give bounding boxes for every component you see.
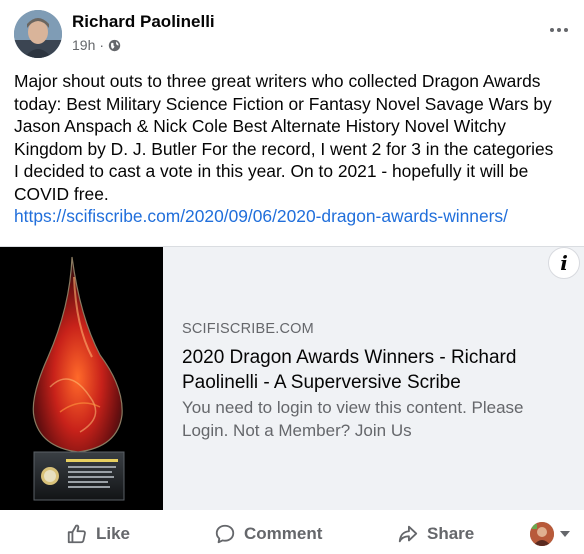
chevron-down-icon[interactable]: [560, 531, 570, 537]
post-text-line: I decided to cast a vote in this year. O…: [14, 161, 529, 182]
link-preview-body[interactable]: i SCIFISCRIBE.COM 2020 Dragon Awards Win…: [163, 247, 584, 510]
post-text: Major shout outs to three great writers …: [14, 70, 579, 206]
post-text-line: Jason Anspach & Nick Cole Best Alternate…: [14, 116, 506, 137]
reaction-avatar[interactable]: [530, 522, 554, 546]
post-header: Richard Paolinelli 19h ·: [0, 0, 584, 62]
post-text-line: Kingdom by D. J. Butler For the record, …: [14, 138, 554, 159]
link-preview-card[interactable]: i SCIFISCRIBE.COM 2020 Dragon Awards Win…: [0, 246, 584, 510]
post-text-line: COVID free.: [14, 183, 109, 204]
dot: [550, 28, 554, 32]
post-text-line: Major shout outs to three great writers …: [14, 71, 541, 91]
dragon-award-trophy-image[interactable]: [0, 247, 163, 510]
link-domain: SCIFISCRIBE.COM: [182, 321, 314, 337]
comment-button[interactable]: Comment: [214, 520, 322, 548]
post-meta: 19h ·: [72, 37, 121, 53]
link-description-line: Login. Not a Member? Join Us: [182, 421, 412, 440]
more-options-icon[interactable]: [545, 20, 573, 40]
share-label: Share: [427, 524, 475, 543]
meta-separator: ·: [99, 37, 105, 53]
share-arrow-icon: [398, 525, 418, 543]
globe-icon: [108, 39, 121, 52]
link-title-line: 2020 Dragon Awards Winners - Richard: [182, 347, 517, 368]
link-description-line: You need to login to view this content. …: [182, 398, 524, 417]
post-time[interactable]: 19h: [72, 37, 95, 53]
thumbs-up-icon: [67, 524, 86, 544]
link-title[interactable]: 2020 Dragon Awards Winners - Richard Pao…: [182, 346, 577, 395]
like-button[interactable]: Like: [66, 520, 130, 548]
share-button[interactable]: Share: [397, 520, 474, 548]
post-text-line: today: Best Military Science Fiction or …: [14, 93, 552, 114]
comment-label: Comment: [244, 524, 323, 543]
dot: [557, 28, 561, 32]
like-label: Like: [96, 524, 131, 543]
author-avatar[interactable]: [14, 10, 62, 58]
post-link[interactable]: https://scifiscribe.com/2020/09/06/2020-…: [14, 206, 508, 227]
post-action-bar: Like Comment Share: [0, 510, 584, 554]
comment-icon: [215, 524, 235, 544]
info-icon[interactable]: i: [548, 247, 580, 279]
link-description: You need to login to view this content. …: [182, 396, 577, 442]
dot: [564, 28, 568, 32]
author-name[interactable]: Richard Paolinelli: [72, 12, 215, 32]
link-title-line: Paolinelli - A Superversive Scribe: [182, 371, 461, 393]
